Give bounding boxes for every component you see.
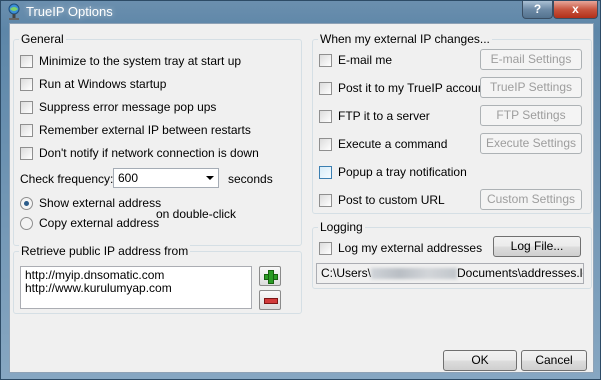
option-label: Don't notify if network connection is do… [39,146,259,160]
close-button[interactable]: x [553,1,598,19]
log-file-button[interactable]: Log File... [493,236,581,257]
action-execute[interactable]: Execute a command [319,137,447,151]
radio-label: Copy external address [39,216,160,230]
add-url-button[interactable] [259,266,281,286]
checkbox[interactable] [319,53,332,67]
checkbox[interactable] [319,241,332,255]
radio-suffix-label: on double-click [156,207,237,221]
action-label: E-mail me [338,53,393,67]
check-frequency-label: Check frequency: [20,172,114,186]
checkbox[interactable] [20,77,33,91]
log-path-suffix: Documents\addresses.log [457,266,584,280]
radio-button[interactable] [20,216,33,230]
action-label: Post it to my TrueIP account [338,81,488,95]
check-frequency-value: 600 [118,171,139,185]
checkbox[interactable] [319,81,332,95]
title-bar[interactable]: TrueIP Options ? x [1,1,600,23]
checkbox[interactable] [319,193,332,207]
option-label: Minimize to the system tray at start up [39,54,242,68]
action-label: Post to custom URL [338,193,445,207]
radio-show-address[interactable]: Show external address [20,196,161,210]
ip-changes-group-title: When my external IP changes... [318,32,492,46]
cancel-button[interactable]: Cancel [521,350,587,371]
checkbox[interactable] [319,109,332,123]
option-suppress-errors[interactable]: Suppress error message pop ups [20,100,216,114]
trueip-app-icon [8,3,20,20]
checkbox[interactable] [319,137,332,151]
log-path-field[interactable]: C:\Users\ Documents\addresses.log [316,263,584,284]
custom-settings-button[interactable]: Custom Settings [480,189,582,210]
option-label: Run at Windows startup [39,77,167,91]
checkbox[interactable] [20,100,33,114]
option-run-startup[interactable]: Run at Windows startup [20,77,166,91]
action-label: Execute a command [338,137,448,151]
window-title: TrueIP Options [26,4,113,19]
general-group: General Minimize to the system tray at s… [13,32,302,246]
dialog-client-area: General Minimize to the system tray at s… [9,23,594,373]
general-group-title: General [19,32,66,46]
option-label: Suppress error message pop ups [39,100,217,114]
action-label: FTP it to a server [338,109,430,123]
dialog-window: TrueIP Options ? x General Minimize to t… [0,0,601,380]
ftp-settings-button[interactable]: FTP Settings [480,105,582,126]
log-path-prefix: C:\Users\ [321,266,372,280]
radio-copy-address[interactable]: Copy external address [20,216,159,230]
help-button[interactable]: ? [522,1,553,19]
ok-button[interactable]: OK [443,350,517,371]
logging-group-title: Logging [318,220,365,234]
action-label: Popup a tray notification [338,165,467,179]
list-item[interactable]: http://www.kurulumyap.com [25,282,247,295]
option-label: Remember external IP between restarts [39,123,251,137]
radio-label: Show external address [39,196,162,210]
retrieve-group-title: Retrieve public IP address from [19,244,191,258]
log-addresses-label: Log my external addresses [338,241,483,255]
log-addresses-option[interactable]: Log my external addresses [319,241,482,255]
action-email[interactable]: E-mail me [319,53,392,67]
check-frequency-unit: seconds [228,172,273,186]
execute-settings-button[interactable]: Execute Settings [480,133,582,154]
radio-button[interactable] [20,196,33,210]
option-remember-ip[interactable]: Remember external IP between restarts [20,123,251,137]
email-settings-button[interactable]: E-mail Settings [480,49,582,70]
redacted-username [371,268,458,280]
checkbox[interactable] [20,146,33,160]
action-ftp[interactable]: FTP it to a server [319,109,430,123]
ip-changes-group: When my external IP changes... E-mail me… [312,32,592,214]
checkbox[interactable] [319,165,332,179]
option-minimize-tray[interactable]: Minimize to the system tray at start up [20,54,241,68]
option-dont-notify[interactable]: Don't notify if network connection is do… [20,146,259,160]
url-listbox[interactable]: http://myip.dnsomatic.com http://www.kur… [20,266,252,309]
action-popup[interactable]: Popup a tray notification [319,165,467,179]
remove-url-button[interactable] [259,290,281,310]
retrieve-group: Retrieve public IP address from http://m… [13,244,302,314]
action-post-account[interactable]: Post it to my TrueIP account [319,81,488,95]
chevron-down-icon[interactable] [206,176,214,180]
action-custom-url[interactable]: Post to custom URL [319,193,445,207]
logging-group: Logging Log my external addresses Log Fi… [312,220,592,289]
checkbox[interactable] [20,123,33,137]
check-frequency-select[interactable]: 600 [113,168,219,188]
checkbox[interactable] [20,54,33,68]
trueip-settings-button[interactable]: TrueIP Settings [480,77,582,98]
